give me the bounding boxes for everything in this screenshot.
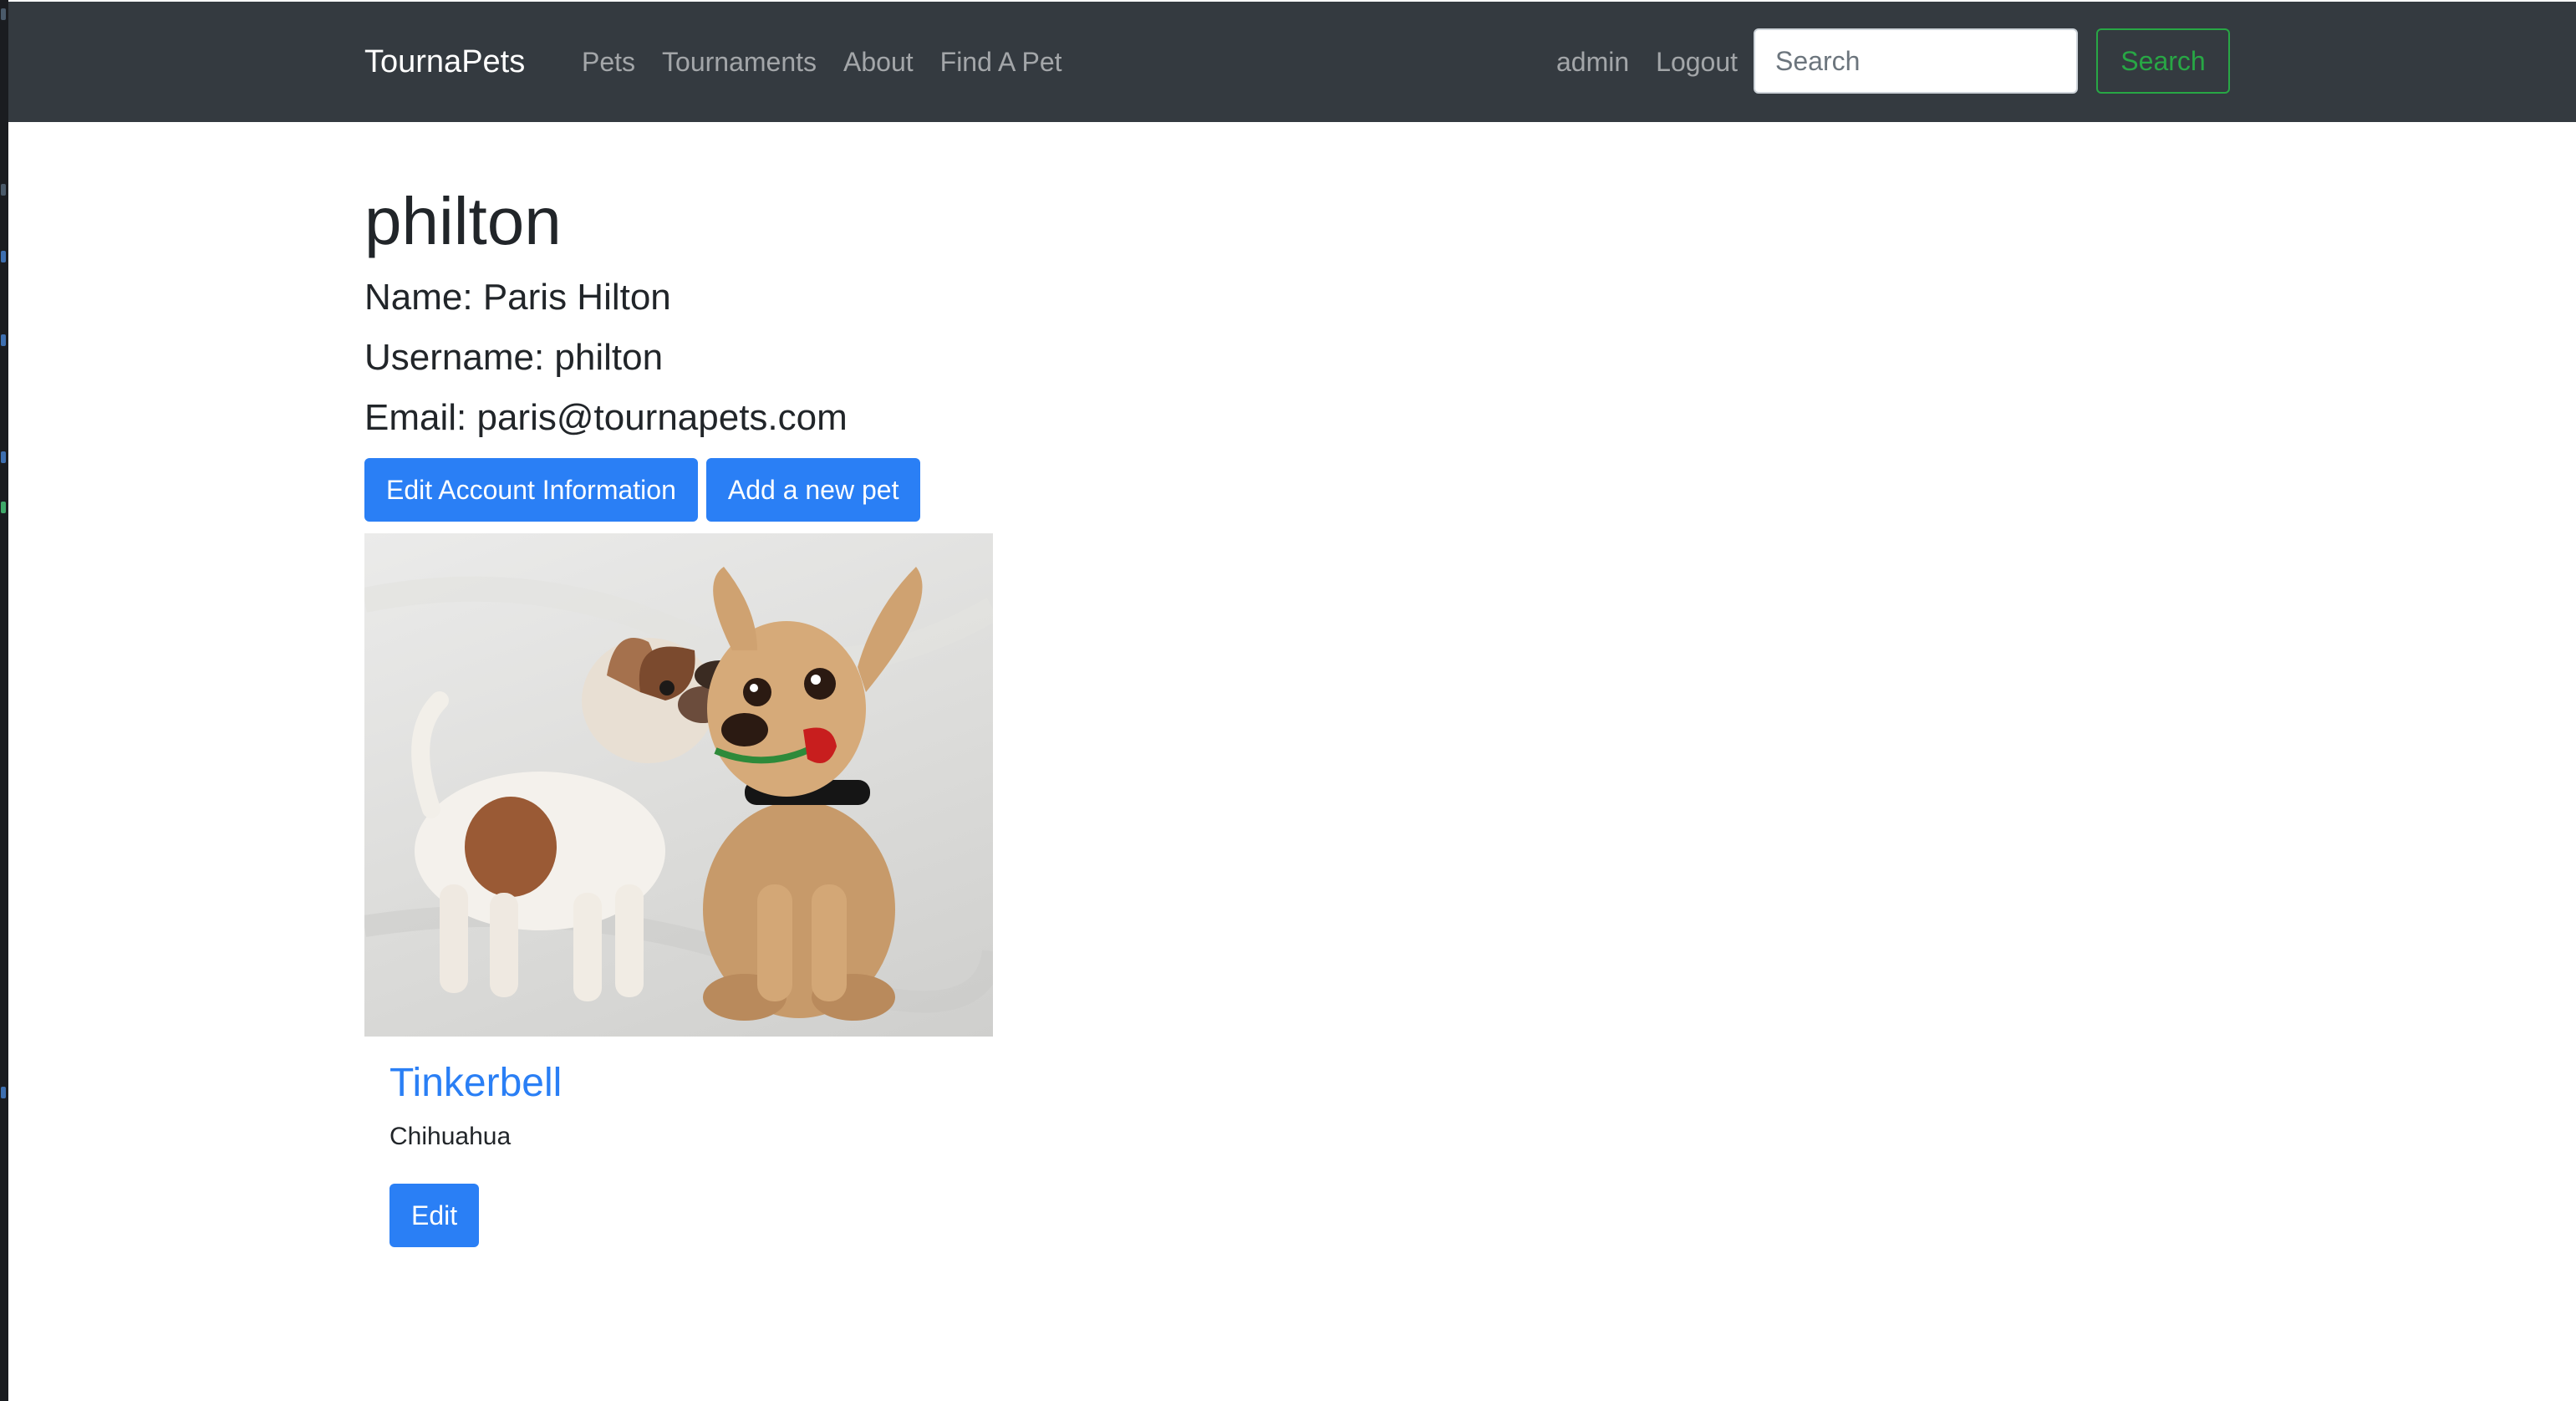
nav-link-about[interactable]: About xyxy=(830,43,927,80)
terminal-text-fragment xyxy=(1,251,6,262)
nav-link-find-a-pet[interactable]: Find A Pet xyxy=(927,43,1076,80)
pet-name-link[interactable]: Tinkerbell xyxy=(389,1060,968,1107)
nav-links: Pets Tournaments About Find A Pet xyxy=(568,43,1076,80)
page-title: philton xyxy=(364,184,562,258)
pet-card: Tinkerbell Chihuahua Edit xyxy=(364,533,993,1247)
edit-account-button[interactable]: Edit Account Information xyxy=(364,458,698,522)
pet-breed: Chihuahua xyxy=(389,1123,512,1150)
edit-pet-button[interactable]: Edit xyxy=(389,1184,480,1247)
terminal-text-fragment xyxy=(1,1087,6,1098)
pet-photo-illustration xyxy=(364,567,993,1021)
add-pet-button[interactable]: Add a new pet xyxy=(705,458,921,522)
terminal-text-fragment xyxy=(1,334,6,346)
nav-link-pets[interactable]: Pets xyxy=(568,43,649,80)
profile-section: philton Name: Paris Hilton Username: phi… xyxy=(364,176,1702,522)
background-window-edge xyxy=(0,0,8,1401)
top-navbar: TournaPets Pets Tournaments About Find A… xyxy=(8,2,2576,122)
search-input[interactable] xyxy=(1754,28,2078,94)
user-links: admin Logout xyxy=(1543,43,1751,80)
nav-link-logout[interactable]: Logout xyxy=(1642,43,1751,80)
nav-link-admin[interactable]: admin xyxy=(1543,43,1642,80)
profile-name: Name: Paris Hilton xyxy=(364,277,671,318)
terminal-text-fragment xyxy=(1,184,6,196)
pet-photo xyxy=(364,533,993,1037)
terminal-text-fragment xyxy=(1,502,6,513)
profile-username: Username: philton xyxy=(364,337,664,378)
terminal-text-fragment xyxy=(1,451,6,463)
profile-actions: Edit Account Information Add a new pet xyxy=(364,458,1702,522)
brand-link[interactable]: TournaPets xyxy=(364,42,525,82)
terminal-text-fragment xyxy=(1,8,6,20)
pet-card-body: Tinkerbell Chihuahua Edit xyxy=(364,1060,993,1247)
search-button[interactable]: Search xyxy=(2096,28,2230,94)
plush-toy-figure xyxy=(703,567,923,1021)
profile-email: Email: paris@tournapets.com xyxy=(364,397,848,438)
nav-link-tournaments[interactable]: Tournaments xyxy=(649,43,830,80)
